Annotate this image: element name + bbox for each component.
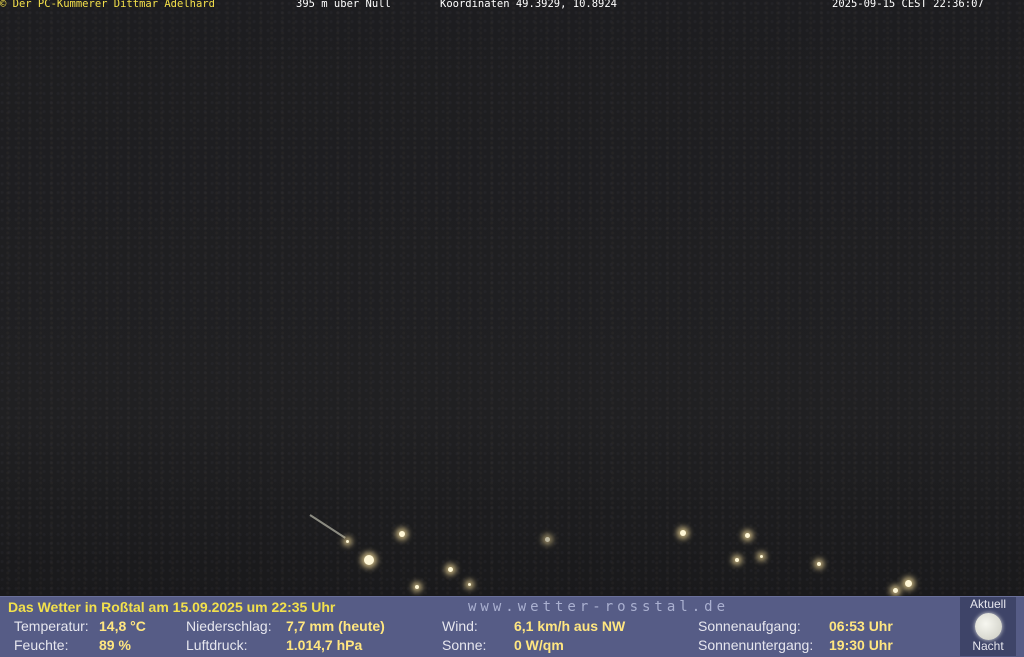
moon-night-label: Nacht [972,639,1004,653]
town-light [364,555,374,565]
sunset-value: 19:30 Uhr [829,637,893,653]
full-moon-icon [975,613,1002,640]
sunset-label: Sonnenuntergang: [698,637,814,653]
sun-label: Sonne: [442,637,487,653]
town-light [680,530,686,536]
town-light [893,588,898,593]
town-light [399,531,405,537]
humidity-label: Feuchte: [14,637,69,653]
town-light [745,533,750,538]
town-light [415,585,419,589]
precipitation-label: Niederschlag: [186,618,272,634]
town-light [760,555,763,558]
website-link[interactable]: www.wetter-rosstal.de [468,599,729,615]
sunrise-label: Sonnenaufgang: [698,618,801,634]
town-light [817,562,821,566]
town-light [735,558,739,562]
town-light [545,537,550,542]
timestamp-text: 2025-09-15 CEST 22:36:07 [832,0,984,10]
sunrise-value: 06:53 Uhr [829,618,893,634]
town-light [905,580,912,587]
precipitation-value: 7,7 mm (heute) [286,618,385,634]
pressure-label: Luftdruck: [186,637,248,653]
webcam-image [0,0,1024,596]
light-streak [309,514,346,539]
webcam-header-overlay: © Der PC-Kümmerer Dittmar Adelhard 395 m… [0,0,1024,12]
weather-title: Das Wetter in Roßtal am 15.09.2025 um 22… [8,599,336,615]
wind-value: 6,1 km/h aus NW [514,618,626,634]
moon-phase-box: Aktuell Nacht [960,597,1016,656]
weather-panel: Das Wetter in Roßtal am 15.09.2025 um 22… [0,596,1024,657]
copyright-text: © Der PC-Kümmerer Dittmar Adelhard [0,0,215,10]
temperature-value: 14,8 °C [99,618,146,634]
sun-value: 0 W/qm [514,637,564,653]
town-light [346,540,349,543]
altitude-text: 395 m über Null [296,0,391,10]
humidity-value: 89 % [99,637,131,653]
coordinates-text: Koordinaten 49.3929, 10.8924 [440,0,618,10]
moon-current-label: Aktuell [969,597,1007,611]
town-light [468,583,471,586]
pressure-value: 1.014,7 hPa [286,637,363,653]
town-light [448,567,453,572]
wind-label: Wind: [442,618,478,634]
temperature-label: Temperatur: [14,618,89,634]
